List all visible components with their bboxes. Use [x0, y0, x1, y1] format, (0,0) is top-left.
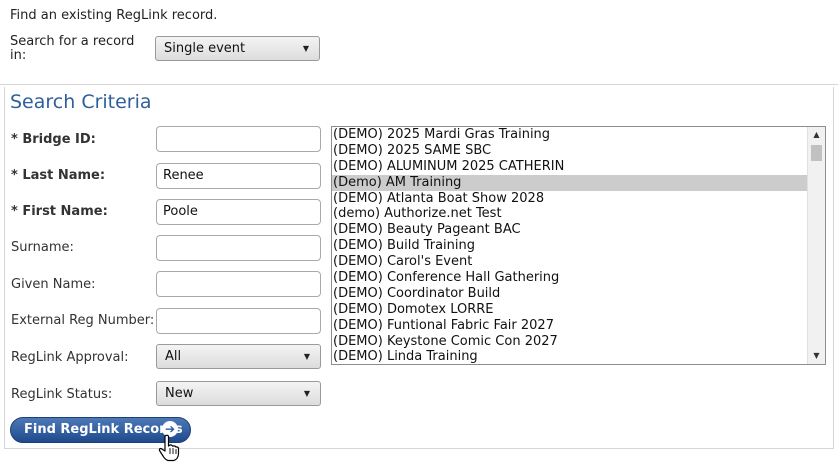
chevron-down-icon: ▼ [303, 389, 310, 398]
surname-label: Surname: [11, 240, 74, 255]
search-scope-select[interactable]: Single event ▼ [155, 36, 320, 61]
reglink-approval-select[interactable]: All ▼ [156, 344, 321, 369]
event-list-item[interactable]: (DEMO) ALUMINUM 2025 CATHERIN [332, 159, 809, 175]
event-list-item[interactable]: (DEMO) Coordinator Build [332, 286, 809, 302]
chevron-down-icon: ▼ [302, 44, 309, 53]
last-name-label: * Last Name: [11, 168, 106, 183]
reglink-status-value: New [165, 386, 194, 401]
surname-input[interactable] [156, 235, 321, 261]
event-list-item[interactable]: (DEMO) Conference Hall Gathering [332, 270, 809, 286]
event-list-item[interactable]: (DEMO) Keystone Comic Con 2027 [332, 334, 809, 350]
search-scope-label: Search for a record in: [10, 34, 135, 63]
event-list-item[interactable]: (DEMO) Linda Training [332, 349, 809, 364]
external-reg-number-label: External Reg Number: [11, 313, 155, 328]
last-name-input[interactable]: Renee [156, 163, 321, 189]
event-list-item[interactable]: (DEMO) 2025 SAME SBC [332, 143, 809, 159]
chevron-down-icon: ▼ [303, 352, 310, 361]
bridge-id-label: * Bridge ID: [11, 132, 96, 147]
scroll-up-arrow-icon[interactable]: ▲ [808, 127, 825, 143]
given-name-label: Given Name: [11, 277, 96, 292]
scrollbar-thumb[interactable] [811, 145, 822, 161]
first-name-input[interactable]: Poole [156, 199, 321, 225]
event-list-item[interactable]: (Demo) AM Training [332, 174, 809, 191]
event-list-item[interactable]: (DEMO) Domotex LORRE [332, 302, 809, 318]
listbox-scrollbar[interactable]: ▲ ▼ [807, 127, 825, 364]
reglink-status-label: RegLink Status: [11, 387, 113, 402]
external-reg-number-input[interactable] [156, 308, 321, 334]
scroll-down-arrow-icon[interactable]: ▼ [808, 348, 825, 364]
reglink-approval-value: All [165, 349, 182, 364]
event-list-item[interactable]: (DEMO) Funtional Fabric Fair 2027 [332, 318, 809, 334]
search-criteria-legend: Search Criteria [10, 91, 152, 113]
bridge-id-input[interactable] [156, 126, 321, 152]
event-list-item[interactable]: (DEMO) Atlanta Boat Show 2028 [332, 191, 809, 207]
given-name-input[interactable] [156, 271, 321, 297]
event-listbox[interactable]: (DEMO) 2025 Mardi Gras Training (DEMO) 20… [331, 126, 826, 365]
first-name-label: * First Name: [11, 204, 108, 219]
reglink-approval-label: RegLink Approval: [11, 350, 129, 365]
event-list-item[interactable]: (DEMO) 2025 Mardi Gras Training [332, 127, 809, 143]
reglink-status-select[interactable]: New ▼ [156, 381, 321, 406]
event-list-item[interactable]: (demo) Authorize.net Test [332, 206, 809, 222]
search-scope-value: Single event [164, 41, 246, 56]
event-list: (DEMO) 2025 Mardi Gras Training (DEMO) 20… [332, 127, 809, 364]
hand-pointer-icon [158, 434, 180, 462]
event-list-item[interactable]: (DEMO) Build Training [332, 238, 809, 254]
intro-text: Find an existing RegLink record. [10, 8, 218, 23]
event-list-item[interactable]: (DEMO) Carol's Event [332, 254, 809, 270]
divider [0, 84, 838, 85]
event-list-item[interactable]: (DEMO) Beauty Pageant BAC [332, 222, 809, 238]
